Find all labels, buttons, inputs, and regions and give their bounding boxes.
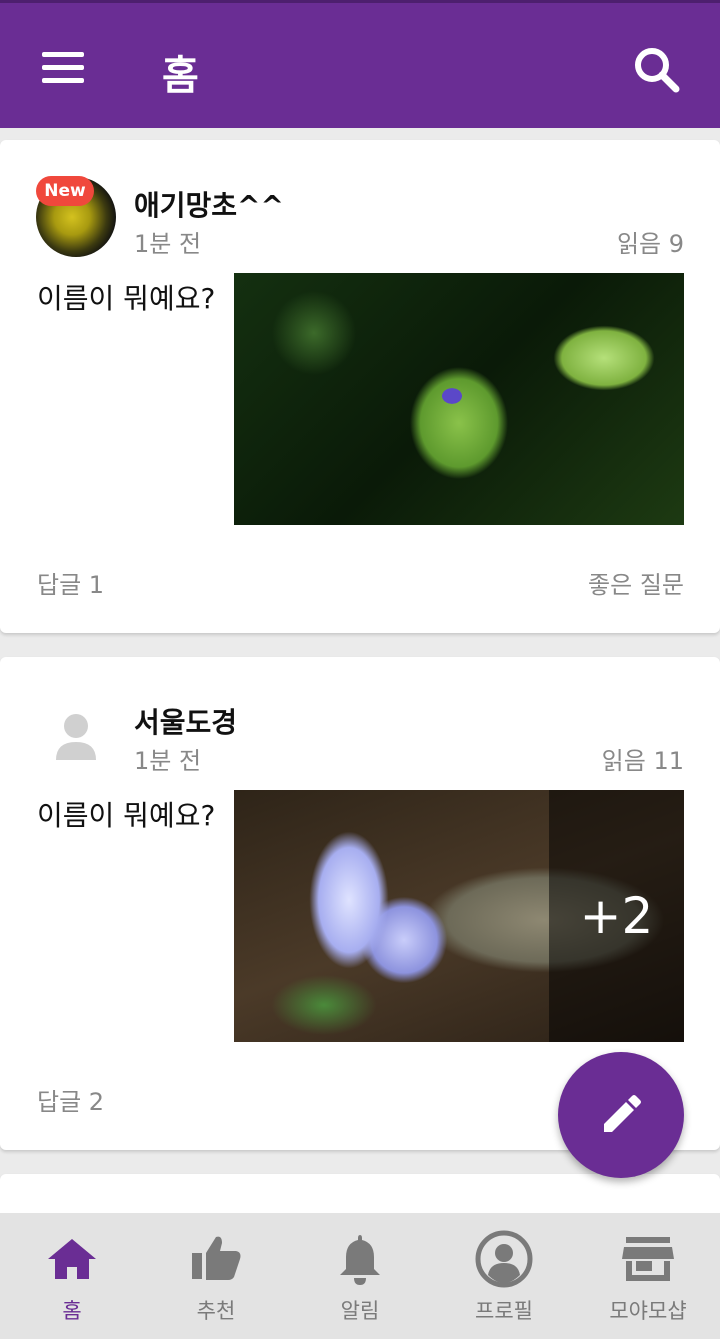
question-text: 이름이 뭐예요? <box>37 282 216 315</box>
question-text: 이름이 뭐예요? <box>37 799 216 832</box>
reply-count[interactable]: 답글 2 <box>37 1082 104 1117</box>
menu-icon[interactable] <box>38 48 88 88</box>
search-icon[interactable] <box>630 43 684 97</box>
new-badge: New <box>36 176 94 206</box>
author-name[interactable]: 서울도경 <box>134 701 237 741</box>
nav-label: 알림 <box>340 1299 380 1323</box>
bell-icon <box>340 1235 380 1285</box>
nav-shop[interactable]: 모야모샵 <box>576 1213 720 1339</box>
nav-label: 프로필 <box>475 1299 533 1323</box>
default-person-icon <box>56 714 96 760</box>
pencil-icon <box>604 1095 641 1132</box>
read-count: 읽음 11 <box>601 747 684 775</box>
nav-label: 모야모샵 <box>609 1299 687 1323</box>
post-photo[interactable]: +2 <box>234 790 684 1042</box>
post-photo[interactable] <box>234 273 684 525</box>
store-icon <box>622 1237 674 1281</box>
thumbs-up-icon <box>192 1236 241 1280</box>
bottom-nav: 홈 추천 알림 프로필 모야모샵 <box>0 1213 720 1339</box>
post-time: 1분 전 <box>134 230 202 258</box>
nav-notifications[interactable]: 알림 <box>288 1213 432 1339</box>
app-bar: 홈 <box>0 0 720 128</box>
nav-recommend[interactable]: 추천 <box>144 1213 288 1339</box>
author-name[interactable]: 애기망초^^ <box>134 184 284 224</box>
profile-icon <box>475 1230 533 1288</box>
nav-label: 홈 <box>62 1299 82 1323</box>
post-time: 1분 전 <box>134 747 202 775</box>
nav-profile[interactable]: 프로필 <box>432 1213 576 1339</box>
post-card[interactable]: New 애기망초^^ 1분 전 읽음 9 이름이 뭐예요? 답글 1 좋은 질문 <box>0 140 720 633</box>
nav-home[interactable]: 홈 <box>0 1213 144 1339</box>
page-title: 홈 <box>162 53 199 99</box>
avatar[interactable] <box>36 694 116 774</box>
write-question-button[interactable] <box>558 1052 684 1178</box>
nav-label: 추천 <box>196 1299 236 1323</box>
reply-count[interactable]: 답글 1 <box>37 565 104 600</box>
good-question-button[interactable]: 좋은 질문 <box>588 565 684 600</box>
read-count: 읽음 9 <box>616 230 684 258</box>
home-icon <box>48 1239 96 1279</box>
more-photos-overlay[interactable]: +2 <box>549 790 684 1042</box>
